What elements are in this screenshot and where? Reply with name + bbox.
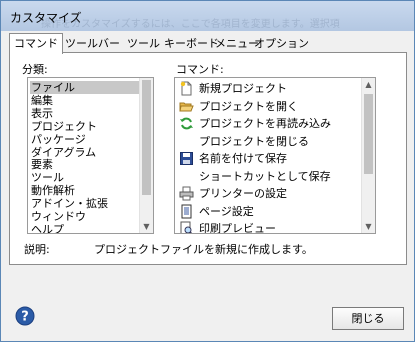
svg-text:?: ? (21, 310, 29, 325)
commands-scroll-thumb[interactable] (364, 94, 373, 174)
scroll-down-arrow-icon[interactable]: ▼ (140, 220, 153, 233)
description-label: 説明: (24, 243, 50, 256)
command-label: 新規プロジェクト (199, 82, 287, 95)
command-label: プロジェクトを閉じる (199, 134, 309, 148)
category-item[interactable]: アドイン・拡張 (30, 197, 147, 210)
title-ghost-text: 操作をカスタマイズするには、ここで各項目を変更します。選択項目の操作方法を確認 (41, 19, 341, 30)
help-button[interactable]: ? (15, 306, 35, 326)
category-item[interactable]: ツール (30, 171, 147, 184)
command-label: ページ設定 (199, 204, 254, 218)
category-item[interactable]: 表示 (30, 107, 147, 120)
customize-dialog: カスタマイズ 操作をカスタマイズするには、ここで各項目を変更します。選択項目の操… (0, 0, 415, 342)
help-icon: ? (15, 306, 35, 326)
commands-listbox[interactable]: 新規プロジェクト プロジェクトを開くプロジェクトを再読み込み プロジェクトを閉じる名… (174, 77, 376, 234)
close-button[interactable]: 閉じる (332, 307, 404, 330)
command-label: 印刷プレビュー (199, 222, 276, 234)
reload-icon (179, 116, 194, 131)
open-folder-icon (179, 99, 194, 114)
category-item[interactable]: 要素 (30, 158, 147, 171)
categories-label: 分類: (22, 63, 48, 76)
save-icon (179, 151, 194, 166)
category-item[interactable]: ウィンドウ (30, 210, 147, 223)
title-bar[interactable]: カスタマイズ 操作をカスタマイズするには、ここで各項目を変更します。選択項目の操… (1, 1, 414, 31)
command-label: ショートカットとして保存 (199, 169, 331, 183)
tab-toolbars[interactable]: ツールバー (61, 35, 124, 52)
command-label: プロジェクトを再読み込み (199, 117, 331, 130)
category-item[interactable]: パッケージ (30, 133, 147, 146)
print-preview-icon (179, 221, 194, 233)
printer-icon (179, 186, 194, 201)
commands-scrollbar[interactable]: ▲ ▼ (361, 78, 375, 233)
categories-listbox[interactable]: ファイル 編集 表示 プロジェクト パッケージ ダイアグラム 要素 ツール 動作解析 アドイン・拡… (27, 77, 154, 234)
command-label: 名前を付けて保存 (199, 152, 287, 165)
category-item[interactable]: 動作解析 (30, 184, 147, 197)
category-item[interactable]: プロジェクト (30, 120, 147, 133)
category-item[interactable]: ファイル (30, 81, 147, 94)
command-label: プロジェクトを開く (199, 99, 298, 113)
category-item[interactable]: 編集 (30, 94, 147, 107)
tab-options[interactable]: オプション (250, 35, 313, 52)
page-setup-icon (179, 204, 194, 219)
tab-tools[interactable]: ツール (123, 35, 164, 52)
tab-commands[interactable]: コマンド (9, 33, 63, 54)
categories-scrollbar[interactable]: ▼ (139, 78, 153, 233)
command-label: プリンターの設定 (199, 187, 287, 200)
description-text: プロジェクトファイルを新規に作成します。 (94, 243, 313, 256)
commands-panel: 分類: コマンド: ファイル 編集 表示 プロジェクト パッケージ ダイアグラム 要素 ツール… (9, 52, 407, 265)
scroll-up-arrow-icon[interactable]: ▲ (362, 78, 375, 91)
scroll-down-arrow-icon[interactable]: ▼ (362, 220, 375, 233)
category-item[interactable]: ヘルプ (30, 223, 147, 233)
category-item[interactable]: ダイアグラム (30, 146, 147, 159)
new-project-icon (179, 81, 194, 96)
commands-label: コマンド: (176, 63, 224, 76)
categories-scroll-thumb[interactable] (142, 80, 151, 195)
